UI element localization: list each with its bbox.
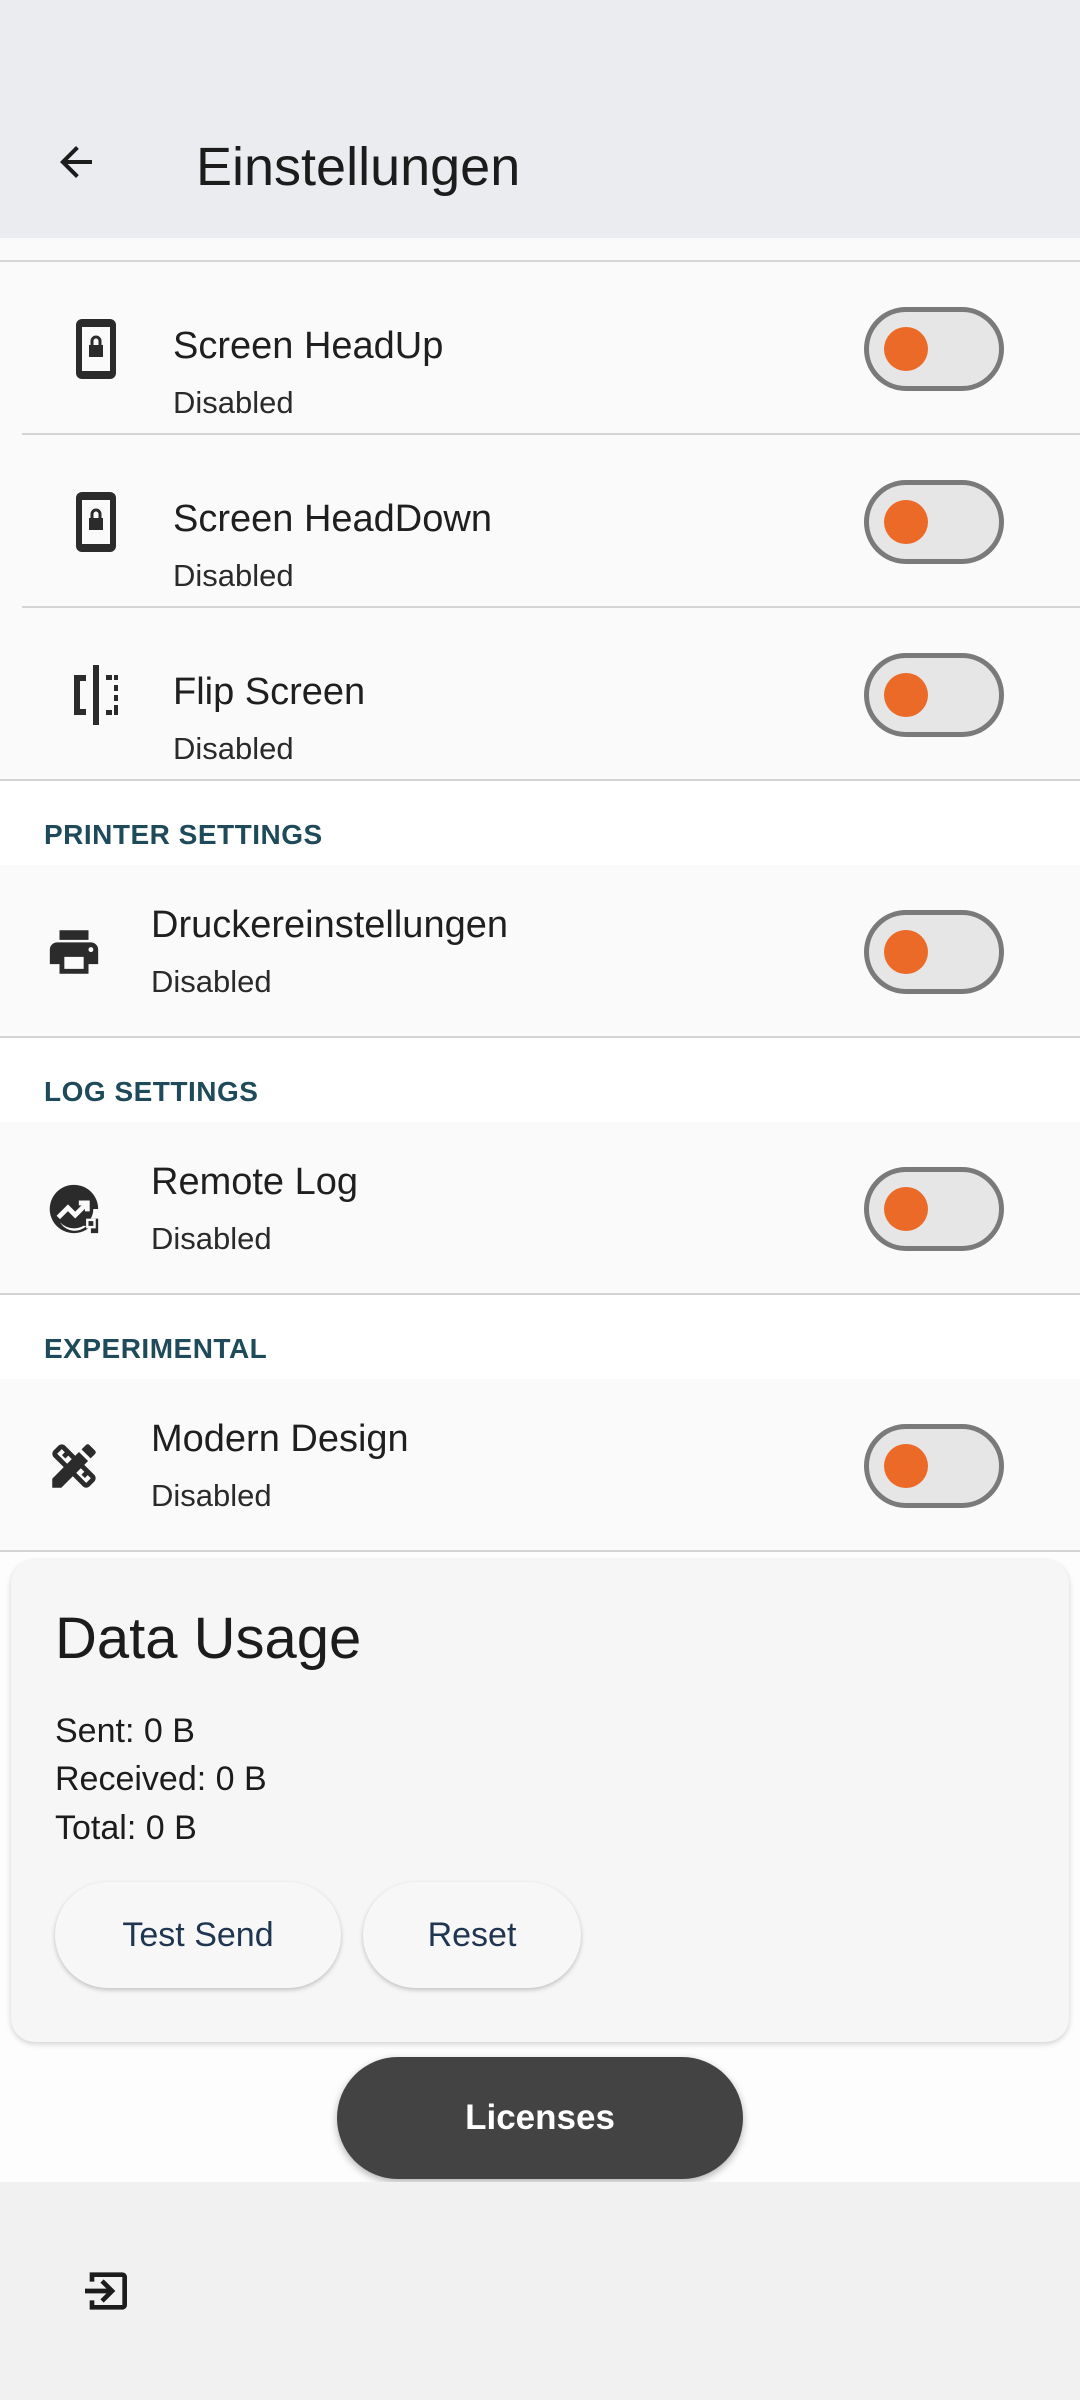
setting-status: Disabled bbox=[173, 385, 294, 420]
bottom-bar bbox=[0, 2182, 1080, 2400]
page-title: Einstellungen bbox=[196, 137, 521, 197]
setting-title: Druckereinstellungen bbox=[151, 904, 508, 946]
printer-icon bbox=[42, 920, 106, 984]
setting-status: Disabled bbox=[151, 1221, 272, 1256]
data-usage-card: Data Usage Sent: 0 B Received: 0 B Total… bbox=[11, 1560, 1069, 2042]
exit-icon bbox=[85, 2272, 127, 2310]
remote-log-toggle[interactable] bbox=[864, 1166, 1004, 1251]
section-header-label: LOG SETTINGS bbox=[44, 1076, 259, 1107]
data-usage-title: Data Usage bbox=[55, 1606, 362, 1671]
phone-lock-icon bbox=[64, 490, 128, 554]
setting-title: Flip Screen bbox=[173, 671, 366, 713]
section-header-experimental: EXPERIMENTAL bbox=[0, 1295, 1080, 1379]
section-header-label: PRINTER SETTINGS bbox=[44, 819, 323, 850]
setting-status: Disabled bbox=[151, 1478, 272, 1513]
remote-log-icon bbox=[42, 1177, 106, 1241]
section-header-printer: PRINTER SETTINGS bbox=[0, 781, 1080, 865]
setting-status: Disabled bbox=[151, 964, 272, 999]
reset-button[interactable]: Reset bbox=[363, 1882, 581, 1988]
flip-screen-toggle[interactable] bbox=[864, 652, 1004, 737]
data-total: Total: 0 B bbox=[55, 1809, 197, 1847]
design-services-icon bbox=[42, 1434, 106, 1498]
logout-button[interactable] bbox=[74, 2259, 138, 2323]
screen-headdown-toggle[interactable] bbox=[864, 479, 1004, 564]
flip-icon bbox=[64, 663, 128, 727]
setting-title: Remote Log bbox=[151, 1161, 359, 1203]
screen-headup-toggle[interactable] bbox=[864, 306, 1004, 391]
setting-title: Screen HeadDown bbox=[173, 498, 492, 540]
arrow-back-icon bbox=[60, 146, 92, 178]
toggle-knob bbox=[884, 1186, 928, 1231]
settings-list: Screen HeadUp Disabled Screen HeadDown D… bbox=[0, 238, 1080, 1552]
setting-screen-headup[interactable]: Screen HeadUp Disabled bbox=[0, 262, 1080, 435]
printer-settings-toggle[interactable] bbox=[864, 909, 1004, 994]
toggle-knob bbox=[884, 929, 928, 974]
setting-remote-log[interactable]: Remote Log Disabled bbox=[0, 1122, 1080, 1295]
data-sent: Sent: 0 B bbox=[55, 1712, 195, 1750]
data-received: Received: 0 B bbox=[55, 1760, 267, 1798]
setting-status: Disabled bbox=[173, 558, 294, 593]
setting-screen-headdown[interactable]: Screen HeadDown Disabled bbox=[0, 435, 1080, 608]
setting-status: Disabled bbox=[173, 731, 294, 766]
back-button[interactable] bbox=[44, 130, 108, 194]
setting-title: Screen HeadUp bbox=[173, 325, 444, 367]
app-bar: Einstellungen bbox=[0, 0, 1080, 238]
setting-modern-design[interactable]: Modern Design Disabled bbox=[0, 1379, 1080, 1552]
setting-flip-screen[interactable]: Flip Screen Disabled bbox=[0, 608, 1080, 781]
section-header-log: LOG SETTINGS bbox=[0, 1038, 1080, 1122]
phone-lock-icon bbox=[64, 317, 128, 381]
modern-design-toggle[interactable] bbox=[864, 1423, 1004, 1508]
divider bbox=[0, 1550, 1080, 1552]
toggle-knob bbox=[884, 499, 928, 544]
divider bbox=[0, 238, 1080, 262]
toggle-knob bbox=[884, 326, 928, 371]
toggle-knob bbox=[884, 1443, 928, 1488]
section-header-label: EXPERIMENTAL bbox=[44, 1333, 268, 1364]
setting-druckereinstellungen[interactable]: Druckereinstellungen Disabled bbox=[0, 865, 1080, 1038]
test-send-button[interactable]: Test Send bbox=[55, 1882, 341, 1988]
setting-title: Modern Design bbox=[151, 1418, 409, 1460]
toggle-knob bbox=[884, 672, 928, 717]
licenses-button[interactable]: Licenses bbox=[337, 2057, 743, 2179]
